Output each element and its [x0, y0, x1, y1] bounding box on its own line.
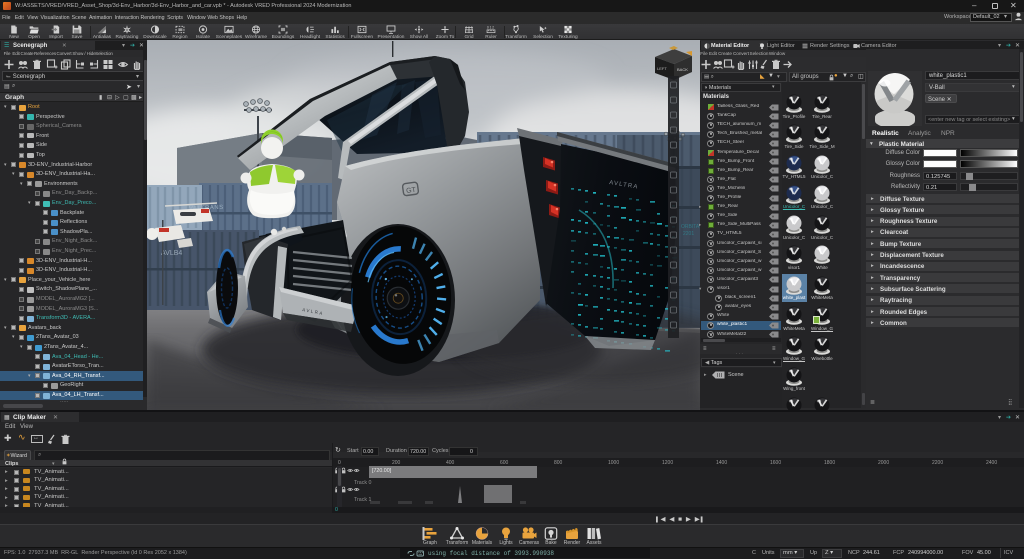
svg-text:0 1 2: 0 1 2: [487, 25, 494, 29]
svg-text:BACK: BACK: [677, 67, 688, 72]
svg-text:LEFT: LEFT: [657, 66, 667, 71]
svg-text:AVLB4: AVLB4: [161, 250, 182, 257]
svg-text:GT: GT: [406, 187, 417, 195]
